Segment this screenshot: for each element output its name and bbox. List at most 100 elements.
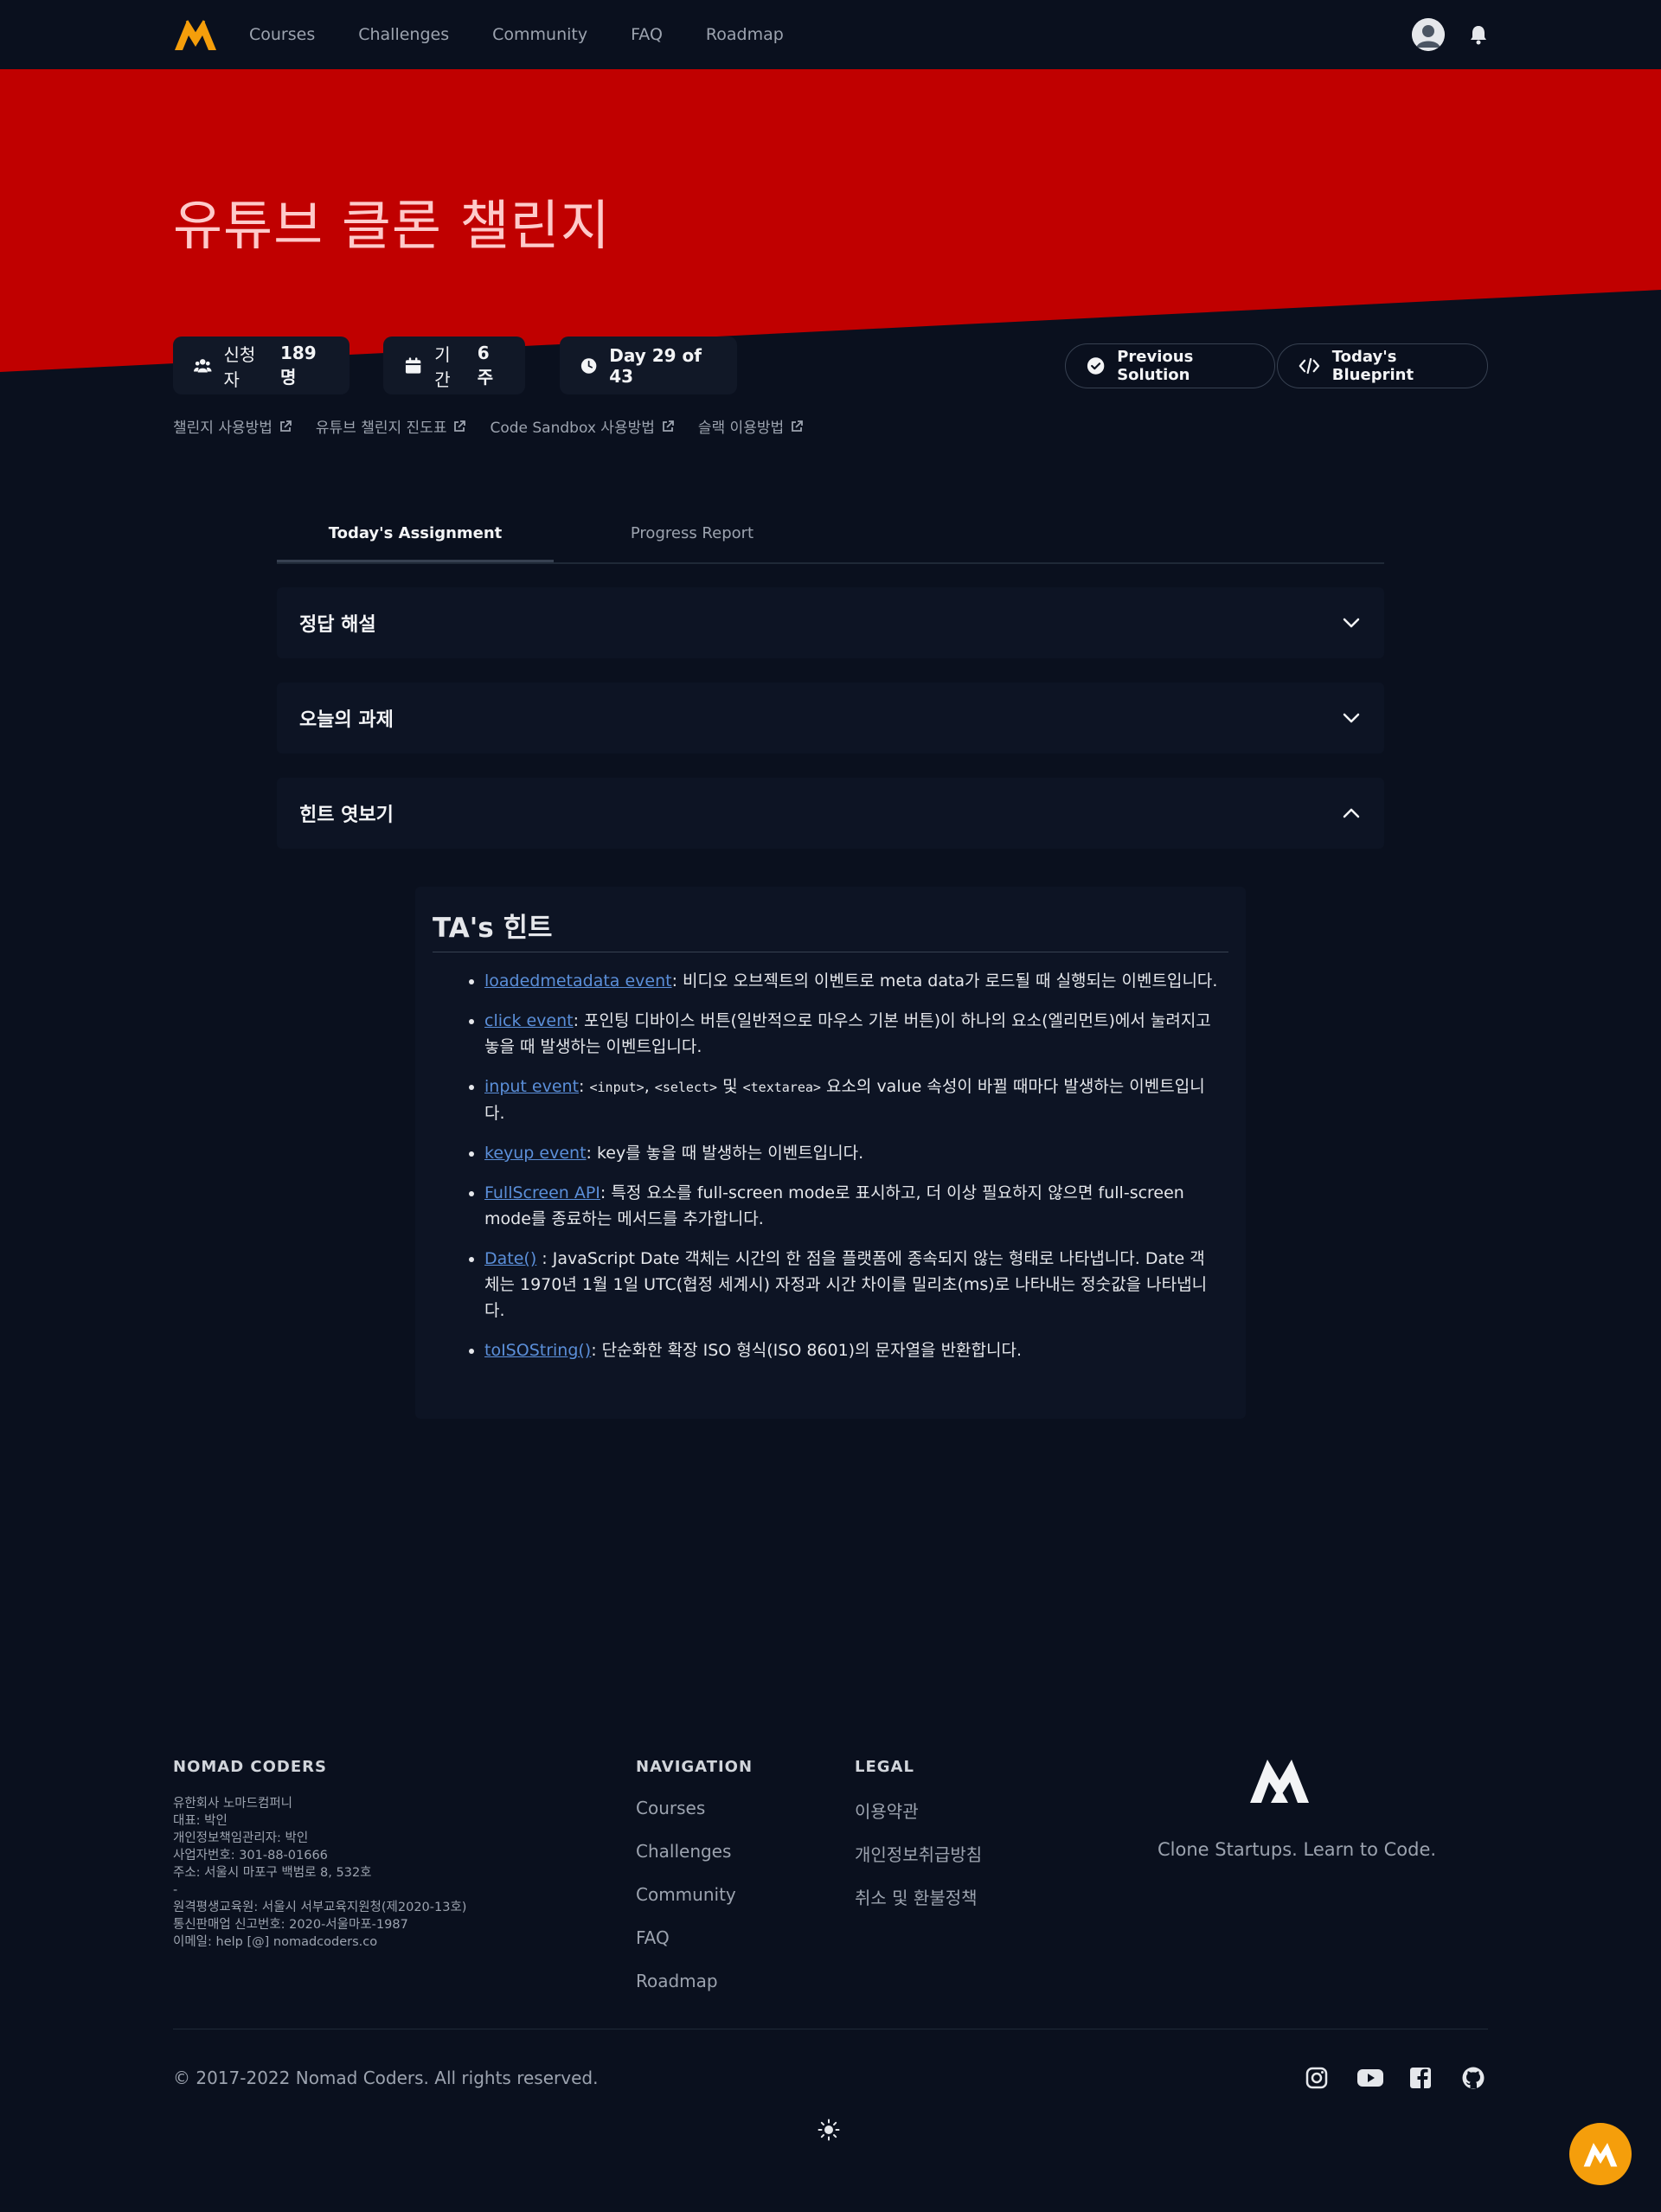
footer-copyright: © 2017-2022 Nomad Coders. All rights res… xyxy=(173,2068,599,2088)
hint-link[interactable]: toISOString() xyxy=(484,1341,591,1360)
facebook-icon[interactable] xyxy=(1408,2066,1433,2090)
accordion-title: 오늘의 과제 xyxy=(299,709,394,731)
nav-faq[interactable]: FAQ xyxy=(631,25,663,44)
nav-community[interactable]: Community xyxy=(492,25,587,44)
helper-links: 챌린지 사용방법 유튜브 챌린지 진도표 Code Sandbox 사용방법 슬… xyxy=(173,415,804,437)
bell-icon[interactable] xyxy=(1469,24,1488,45)
footer-legal-terms[interactable]: 이용약관 xyxy=(855,1798,919,1823)
footer-navigation-heading: NAVIGATION xyxy=(636,1758,754,1776)
page-title: 유튜브 클론 챌린지 xyxy=(173,194,611,257)
youtube-icon[interactable] xyxy=(1356,2066,1384,2090)
accordion-hint-peek[interactable]: 힌트 엿보기 xyxy=(277,778,1384,849)
footer-nav-faq[interactable]: FAQ xyxy=(636,1927,670,1948)
external-link-icon xyxy=(454,420,466,432)
hint-title: TA's 힌트 xyxy=(433,906,1228,952)
company-info-line: 개인정보책임관리자: 박인 xyxy=(173,1831,309,1845)
external-link-icon xyxy=(792,420,804,432)
company-info-line: 주소: 서울시 마포구 백범로 8, 532호 xyxy=(173,1866,372,1880)
chevron-down-icon xyxy=(1343,618,1360,628)
helper-link-code-sandbox[interactable]: Code Sandbox 사용방법 xyxy=(490,415,674,437)
chat-support-button[interactable] xyxy=(1569,2123,1632,2185)
helper-link-label: Code Sandbox 사용방법 xyxy=(490,420,655,437)
external-link-icon xyxy=(662,420,674,432)
sun-icon[interactable] xyxy=(818,2119,840,2141)
footer-nav-community[interactable]: Community xyxy=(636,1884,736,1905)
day-progress-value: Day 29 of 43 xyxy=(609,344,702,387)
footer-legal-heading: LEGAL xyxy=(855,1758,914,1776)
top-nav: Courses Challenges Community FAQ Roadmap xyxy=(0,0,1661,69)
footer-logo-icon xyxy=(1250,1760,1309,1803)
nav-courses[interactable]: Courses xyxy=(249,25,315,44)
accordion-todays-task[interactable]: 오늘의 과제 xyxy=(277,683,1384,753)
code-textarea-tag: <textarea> xyxy=(742,1080,821,1095)
hint-text: : 비디오 오브젝트의 이벤트로 meta data가 로드될 때 실행되는 이… xyxy=(671,971,1218,991)
hint-item: input event: <input>, <select> 및 <textar… xyxy=(484,1074,1228,1126)
duration-stat: 기간 6주 xyxy=(383,337,525,394)
previous-solution-label: Previous Solution xyxy=(1117,348,1194,384)
tab-todays-assignment[interactable]: Today's Assignment xyxy=(277,510,554,562)
tab-progress-report[interactable]: Progress Report xyxy=(554,510,830,562)
footer-legal-privacy[interactable]: 개인정보취급방침 xyxy=(855,1841,982,1866)
helper-link-slack[interactable]: 슬랙 이용방법 xyxy=(697,415,804,437)
company-info-line: 사업자번호: 301-88-01666 xyxy=(173,1849,328,1863)
accordion-title: 힌트 엿보기 xyxy=(299,805,394,826)
footer-nav-courses[interactable]: Courses xyxy=(636,1798,705,1818)
users-icon xyxy=(194,358,212,372)
hint-list: loadedmetadata event: 비디오 오브젝트의 이벤트로 met… xyxy=(433,968,1228,1363)
hint-item: FullScreen API: 특정 요소를 full-screen mode로… xyxy=(484,1180,1228,1232)
duration-value: 6주 xyxy=(477,343,494,388)
chevron-down-icon xyxy=(1343,713,1360,723)
ta-hint-card: TA's 힌트 loadedmetadata event: 비디오 오브젝트의 … xyxy=(415,887,1246,1419)
user-avatar-icon[interactable] xyxy=(1412,18,1445,51)
nav-challenges[interactable]: Challenges xyxy=(358,25,449,44)
helper-link-progress-table[interactable]: 유튜브 챌린지 진도표 xyxy=(316,415,466,437)
hint-text: : key를 놓을 때 발생하는 이벤트입니다. xyxy=(586,1144,864,1163)
helper-link-challenge-guide[interactable]: 챌린지 사용방법 xyxy=(173,415,292,437)
hint-text: : xyxy=(579,1077,590,1096)
code-select-tag: <select> xyxy=(654,1080,718,1095)
helper-link-label: 슬랙 이용방법 xyxy=(697,420,785,437)
hint-text: : JavaScript Date 객체는 시간의 한 점을 플랫폼에 종속되지… xyxy=(484,1249,1208,1320)
footer-legal-refund[interactable]: 취소 및 환불정책 xyxy=(855,1884,978,1909)
hint-item: Date() : JavaScript Date 객체는 시간의 한 점을 플랫… xyxy=(484,1246,1228,1324)
footer-nav-challenges[interactable]: Challenges xyxy=(636,1841,731,1862)
nav-roadmap[interactable]: Roadmap xyxy=(706,25,784,44)
company-info-line: 유한회사 노마드컴퍼니 xyxy=(173,1797,293,1811)
nav-right xyxy=(1412,18,1488,51)
todays-blueprint-button[interactable]: Today's Blueprint xyxy=(1277,343,1488,388)
hint-link[interactable]: loadedmetadata event xyxy=(484,971,672,991)
footer-company-info: 유한회사 노마드컴퍼니 대표: 박인 개인정보책임관리자: 박인 사업자번호: … xyxy=(173,1795,466,1951)
instagram-icon[interactable] xyxy=(1305,2066,1329,2090)
hint-link[interactable]: FullScreen API xyxy=(484,1183,600,1202)
footer-tagline: Clone Startups. Learn to Code. xyxy=(1158,1839,1437,1860)
accordion-answer-explanation[interactable]: 정답 해설 xyxy=(277,587,1384,658)
company-info-line: 이메일: help [@] nomadcoders.co xyxy=(173,1935,378,1949)
footer-company-heading: NOMAD CODERS xyxy=(173,1758,327,1776)
company-info-line: 원격평생교육원: 서울시 서부교육지원청(제2020-13호) xyxy=(173,1901,467,1914)
check-circle-icon xyxy=(1087,357,1105,375)
code-icon xyxy=(1299,357,1320,375)
hint-item: loadedmetadata event: 비디오 오브젝트의 이벤트로 met… xyxy=(484,968,1228,994)
company-info-line: - xyxy=(173,1883,178,1897)
day-progress-stat: Day 29 of 43 xyxy=(560,337,737,394)
applicants-value: 189명 xyxy=(279,343,317,388)
nav-inner: Courses Challenges Community FAQ Roadmap xyxy=(173,0,1488,69)
footer-nav-roadmap[interactable]: Roadmap xyxy=(636,1971,718,1991)
hint-item: click event: 포인팅 디바이스 버튼(일반적으로 마우스 기본 버튼… xyxy=(484,1008,1228,1060)
hint-text: : 단순화한 확장 ISO 형식(ISO 8601)의 문자열을 반환합니다. xyxy=(591,1341,1023,1360)
clock-icon xyxy=(580,357,597,374)
previous-solution-button[interactable]: Previous Solution xyxy=(1065,343,1275,388)
external-link-icon xyxy=(279,420,292,432)
github-icon[interactable] xyxy=(1461,2066,1485,2090)
applicants-label: 신청자 xyxy=(223,343,256,390)
hint-link[interactable]: Date() xyxy=(484,1249,536,1268)
logo-icon[interactable] xyxy=(173,17,218,52)
hint-link[interactable]: input event xyxy=(484,1077,579,1096)
calendar-icon xyxy=(405,356,421,374)
hint-link[interactable]: click event xyxy=(484,1011,574,1030)
company-info-line: 통신판매업 신고번호: 2020-서울마포-1987 xyxy=(173,1918,408,1932)
hint-link[interactable]: keyup event xyxy=(484,1144,587,1163)
hint-text: , xyxy=(644,1077,655,1096)
hint-item: keyup event: key를 놓을 때 발생하는 이벤트입니다. xyxy=(484,1140,1228,1166)
accordion-title: 정답 해설 xyxy=(299,614,376,636)
